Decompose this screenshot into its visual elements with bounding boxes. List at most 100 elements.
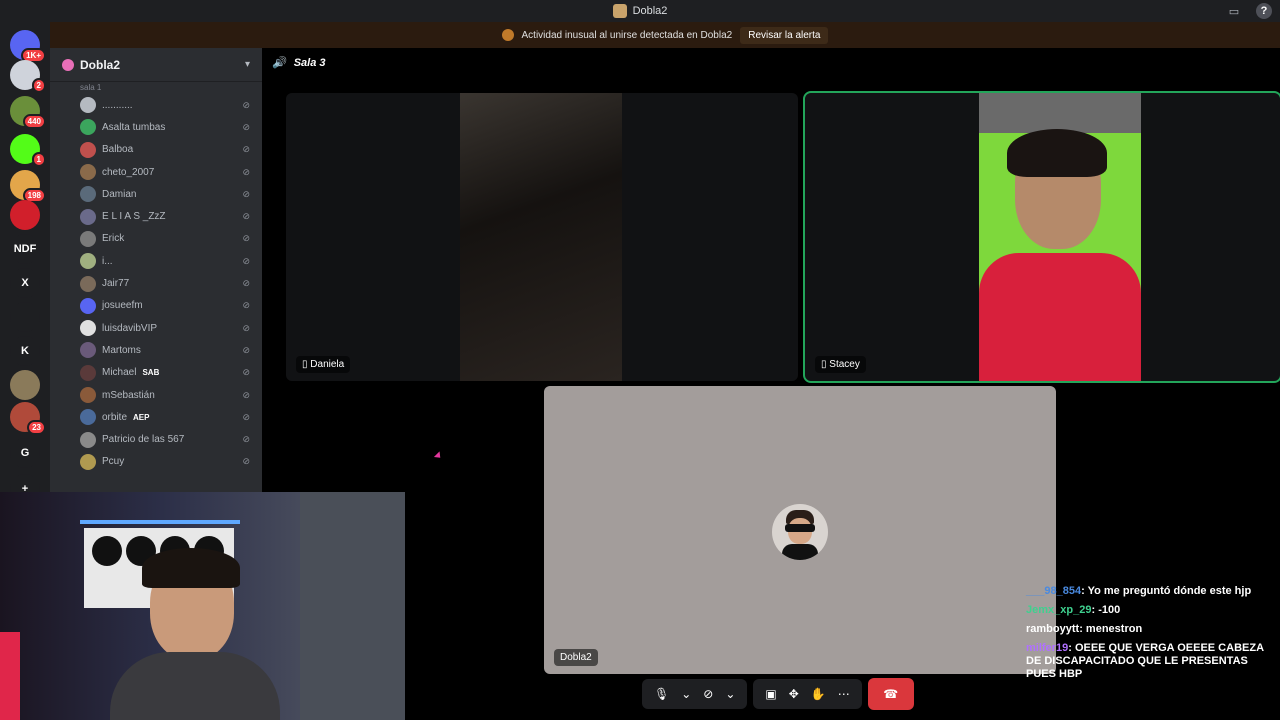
hangup-icon: ☎ <box>883 687 899 701</box>
muted-icon: ⊘ <box>242 211 250 222</box>
video-tile[interactable]: ▯ Daniela <box>286 93 798 381</box>
server-icon[interactable] <box>10 370 40 400</box>
muted-icon: ⊘ <box>242 233 250 244</box>
server-icon[interactable]: 23 <box>10 402 46 435</box>
voice-member[interactable]: ........... ⊘ <box>50 94 262 116</box>
member-name: Martoms <box>102 344 141 356</box>
voice-member[interactable]: cheto_2007 ⊘ <box>50 161 262 183</box>
avatar <box>80 431 96 448</box>
muted-icon: ⊘ <box>242 121 250 132</box>
voice-member[interactable]: E L I A S _ZzZ ⊘ <box>50 205 262 227</box>
chevron-down-icon[interactable]: ▾ <box>245 59 250 70</box>
voice-member[interactable]: i... ⊘ <box>50 250 262 272</box>
avatar <box>80 208 96 225</box>
server-label: X <box>21 277 29 289</box>
chat-message: Jemx_xp_29: -100 <box>1026 604 1121 616</box>
voice-member[interactable]: Jair77 ⊘ <box>50 272 262 294</box>
chat-message: milfer19: OEEE QUE VERGA OEEEE CABEZA DE… <box>1026 642 1264 680</box>
avatar <box>80 320 96 337</box>
voice-member[interactable]: Pcuy ⊘ <box>50 451 262 473</box>
member-name: luisdavibVIP <box>102 322 158 334</box>
call-controls: 🎙 ⌄ ⊘ ⌄ ▣ ✥ ✋ ⋯ ☎ <box>642 678 914 710</box>
member-name: Patricio de las 567 <box>102 434 185 446</box>
avatar <box>80 141 96 158</box>
avatar <box>80 275 96 292</box>
server-icon[interactable]: X <box>10 268 40 298</box>
member-name: E L I A S _ZzZ <box>102 211 166 223</box>
participant-name: ▯ Stacey <box>815 356 866 373</box>
notification-badge: 2 <box>31 78 46 93</box>
chat-username: milfer19 <box>1026 642 1069 654</box>
server-icon[interactable]: G <box>10 438 40 468</box>
streamer-webcam-overlay <box>0 492 405 720</box>
voice-member[interactable]: Asalta tumbas ⊘ <box>50 116 262 138</box>
muted-icon: ⊘ <box>242 255 250 266</box>
voice-member[interactable]: Erick ⊘ <box>50 228 262 250</box>
media-controls: 🎙 ⌄ ⊘ ⌄ <box>642 679 748 709</box>
server-label: NDF <box>13 243 37 255</box>
inbox-icon[interactable]: ▭ <box>1226 3 1242 19</box>
screen-share-icon[interactable]: ▣ <box>765 687 776 701</box>
voice-member[interactable]: josueefm ⊘ <box>50 295 262 317</box>
server-icon[interactable]: 440 <box>10 96 46 129</box>
voice-member[interactable]: Martoms ⊘ <box>50 339 262 361</box>
participant-name: ▯ Daniela <box>296 356 351 373</box>
voice-channel-title: Sala 3 <box>293 56 326 69</box>
server-icon[interactable]: 2 <box>10 60 46 93</box>
warning-icon <box>501 29 514 41</box>
speaker-icon: 🔊 <box>272 57 286 69</box>
server-icon[interactable]: 1 <box>10 134 46 167</box>
avatar-tile[interactable]: Dobla2 <box>544 386 1056 674</box>
avatar <box>80 230 96 247</box>
voice-channel-label: sala 1 <box>80 83 102 92</box>
notification-badge: 1 <box>31 152 46 167</box>
member-tag: AEP <box>133 412 150 422</box>
chat-text: menestron <box>1085 623 1143 635</box>
chat-message: ___98_854: Yo me preguntó dónde este hjp <box>1026 585 1252 597</box>
alert-banner: Actividad inusual al unirse detectada en… <box>50 22 1280 48</box>
voice-member[interactable]: Damian ⊘ <box>50 183 262 205</box>
avatar <box>80 409 96 426</box>
guild-header[interactable]: Dobla2 ▾ <box>50 48 262 82</box>
server-icon[interactable]: K <box>10 336 40 366</box>
guild-name: Dobla2 <box>80 57 121 72</box>
chevron-down-icon[interactable]: ⌄ <box>681 687 691 701</box>
server-icon[interactable] <box>10 200 40 230</box>
voice-member-list: ........... ⊘ Asalta tumbas ⊘ Balboa ⊘ cheto_2… <box>50 94 262 473</box>
video-tile-speaking[interactable]: ▯ Stacey <box>803 91 1280 383</box>
server-label: G <box>20 447 30 459</box>
chevron-down-icon[interactable]: ⌄ <box>725 687 735 701</box>
disconnect-button[interactable]: ☎ <box>867 678 914 710</box>
muted-icon: ⊘ <box>242 456 250 467</box>
activity-controls: ▣ ✥ ✋ ⋯ <box>753 679 862 709</box>
server-icon[interactable]: 1K+ <box>10 30 46 63</box>
member-name: cheto_2007 <box>102 166 155 178</box>
activities-icon[interactable]: ✥ <box>789 687 799 701</box>
avatar <box>80 164 96 181</box>
voice-member[interactable]: mSebastián ⊘ <box>50 384 262 406</box>
avatar <box>80 387 96 403</box>
voice-member[interactable]: Michael SAB ⊘ <box>50 362 262 384</box>
member-name: Damian <box>102 188 137 200</box>
avatar <box>80 253 96 270</box>
camera-off-icon[interactable]: ⊘ <box>703 687 713 701</box>
review-alert-button[interactable]: Revisar la alerta <box>740 26 829 44</box>
muted-icon: ⊘ <box>242 322 250 333</box>
voice-member[interactable]: Patricio de las 567 ⊘ <box>50 428 262 450</box>
more-options-icon[interactable]: ⋯ <box>838 687 850 701</box>
voice-member[interactable]: orbite AEP ⊘ <box>50 406 262 428</box>
server-icon[interactable] <box>10 302 40 332</box>
voice-member[interactable]: Balboa ⊘ <box>50 139 262 161</box>
muted-icon: ⊘ <box>242 278 250 289</box>
server-icon[interactable]: 198 <box>10 170 46 203</box>
muted-icon: ⊘ <box>242 99 250 110</box>
chat-text: -100 <box>1098 604 1121 616</box>
soundboard-icon[interactable]: ✋ <box>811 687 826 701</box>
microphone-icon[interactable]: 🎙 <box>654 687 669 701</box>
avatar <box>80 364 96 381</box>
server-icon[interactable]: NDF <box>10 234 40 264</box>
help-icon[interactable]: ? <box>1256 3 1272 19</box>
voice-member[interactable]: luisdavibVIP ⊘ <box>50 317 262 339</box>
guild-icon <box>62 58 74 71</box>
chat-username: Jemx_xp_29 <box>1026 604 1092 616</box>
